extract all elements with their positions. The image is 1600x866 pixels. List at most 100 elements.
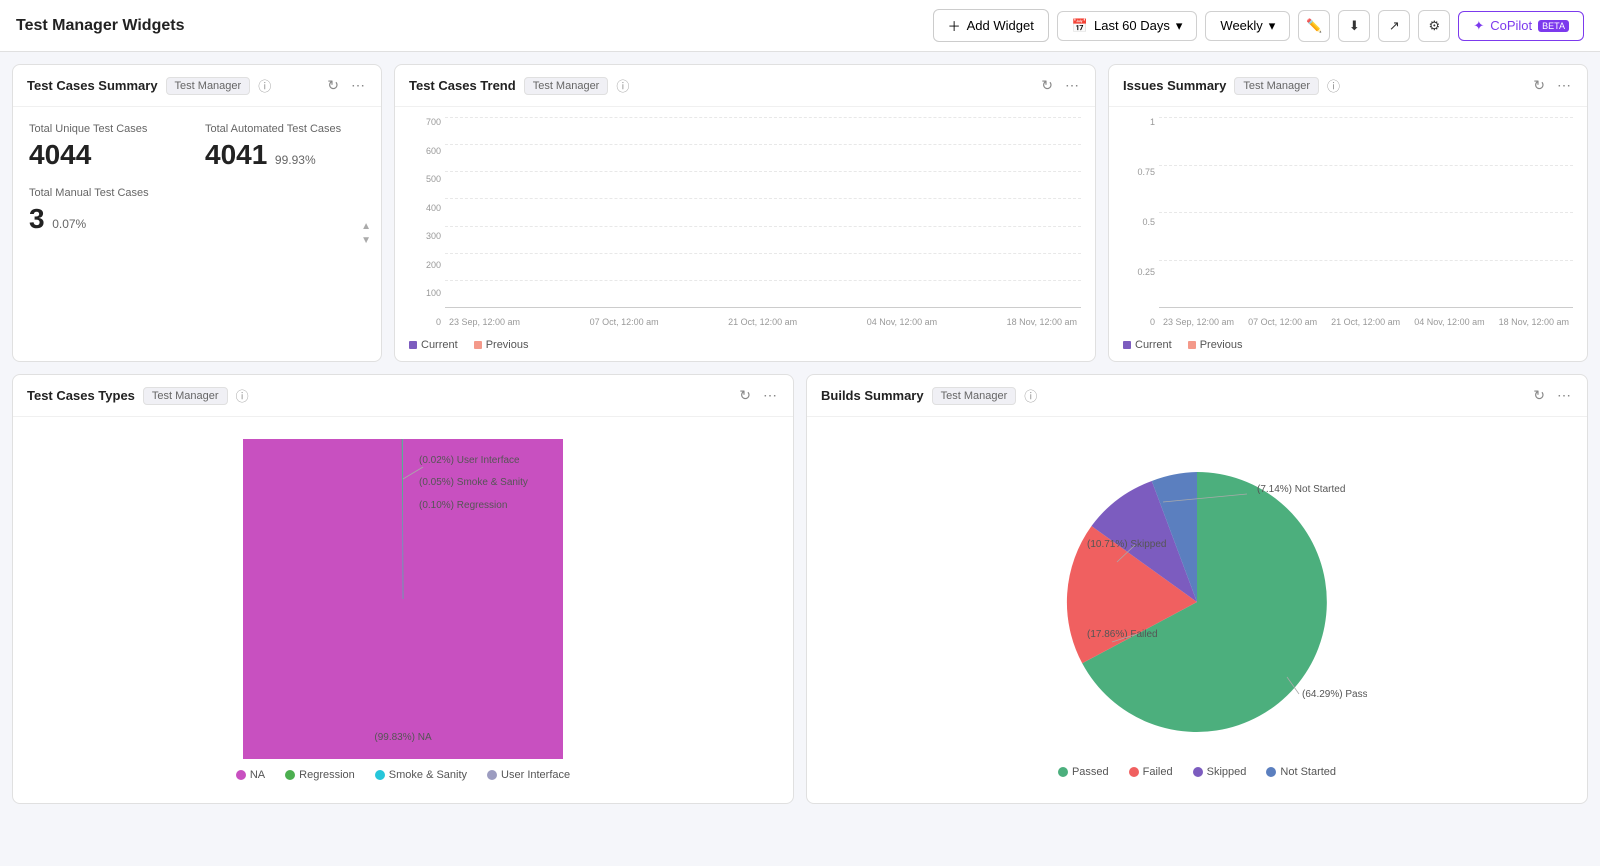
widget-tag: Test Manager (524, 77, 609, 95)
date-range-button[interactable]: 📅 Last 60 Days ▾ (1057, 11, 1198, 41)
y-axis: 1 0.75 0.5 0.25 0 (1123, 117, 1159, 327)
scroll-up-icon[interactable]: ▲ (361, 222, 371, 232)
legend-ui: User Interface (487, 769, 570, 781)
x-axis: 23 Sep, 12:00 am 07 Oct, 12:00 am 21 Oct… (445, 317, 1081, 327)
chevron-down-icon: ▾ (1269, 18, 1276, 34)
widget-tag: Test Manager (143, 387, 228, 405)
builds-summary-widget: Builds Summary Test Manager ⓘ ↻ ⋯ (806, 374, 1588, 804)
widget-title: Test Cases Summary (27, 78, 158, 93)
legend-smoke: Smoke & Sanity (375, 769, 467, 781)
info-icon[interactable]: ⓘ (236, 386, 249, 405)
x-axis: 23 Sep, 12:00 am 07 Oct, 12:00 am 21 Oct… (1159, 317, 1573, 327)
widget-header: Test Cases Types Test Manager ⓘ ↻ ⋯ (13, 375, 793, 417)
app-header: Test Manager Widgets ＋ Add Widget 📅 Last… (0, 0, 1600, 52)
y-axis: 700 600 500 400 300 200 100 0 (409, 117, 445, 327)
builds-pie-svg: (7.14%) Not Started (10.71%) Skipped (17… (1027, 442, 1367, 762)
download-icon: ⬇ (1349, 18, 1360, 34)
main-content: Test Cases Summary Test Manager ⓘ ↻ ⋯ To… (0, 52, 1600, 816)
refresh-button[interactable]: ↻ (1039, 75, 1055, 96)
bars-area: 23 Sep, 12:00 am 07 Oct, 12:00 am 21 Oct… (445, 117, 1081, 327)
widget-header: Test Cases Trend Test Manager ⓘ ↻ ⋯ (395, 65, 1095, 107)
add-widget-button[interactable]: ＋ Add Widget (933, 9, 1049, 42)
info-icon[interactable]: ⓘ (1327, 76, 1340, 95)
legend-current: Current (1123, 339, 1172, 351)
settings-button[interactable]: ⚙ (1418, 10, 1450, 42)
widget-header: Builds Summary Test Manager ⓘ ↻ ⋯ (807, 375, 1587, 417)
widget-header: Issues Summary Test Manager ⓘ ↻ ⋯ (1109, 65, 1587, 107)
legend-dot (1123, 341, 1131, 349)
more-button[interactable]: ⋯ (761, 385, 779, 406)
widget-title: Test Cases Types (27, 388, 135, 403)
widget-tag: Test Manager (1234, 77, 1319, 95)
issues-summary-widget: Issues Summary Test Manager ⓘ ↻ ⋯ 1 0.75… (1108, 64, 1588, 362)
legend-dot (1188, 341, 1196, 349)
beta-badge: BETA (1538, 20, 1569, 32)
refresh-button[interactable]: ↻ (325, 75, 341, 96)
bars-row (1159, 117, 1573, 327)
bars-row (445, 117, 1081, 327)
widget-title: Test Cases Trend (409, 78, 516, 93)
slice-label-smoke: (0.05%) Smoke & Sanity (419, 477, 528, 488)
frequency-button[interactable]: Weekly ▾ (1205, 11, 1290, 41)
builds-pie-container: (7.14%) Not Started (10.71%) Skipped (17… (807, 417, 1587, 803)
legend-not-started: Not Started (1266, 766, 1336, 778)
legend-dot (1129, 767, 1139, 777)
legend-failed: Failed (1129, 766, 1173, 778)
manual-stat: Total Manual Test Cases 3 0.07% (29, 187, 365, 235)
calendar-icon: 📅 (1072, 18, 1088, 34)
info-icon[interactable]: ⓘ (258, 76, 271, 95)
legend-dot (236, 770, 246, 780)
info-icon[interactable]: ⓘ (616, 76, 629, 95)
chart-legend: Current Previous (1109, 333, 1587, 361)
widget-header: Test Cases Summary Test Manager ⓘ ↻ ⋯ (13, 65, 381, 107)
legend-passed: Passed (1058, 766, 1109, 778)
page-title: Test Manager Widgets (16, 17, 184, 35)
header-actions: ＋ Add Widget 📅 Last 60 Days ▾ Weekly ▾ ✏… (933, 9, 1584, 42)
pie-wrapper: (0.02%) User Interface (0.05%) Smoke & S… (243, 439, 563, 759)
info-icon[interactable]: ⓘ (1024, 386, 1037, 405)
legend-regression: Regression (285, 769, 355, 781)
label-not-started: (7.14%) Not Started (1257, 484, 1345, 495)
refresh-button[interactable]: ↻ (1531, 75, 1547, 96)
refresh-button[interactable]: ↻ (737, 385, 753, 406)
legend-current: Current (409, 339, 458, 351)
bar-chart: 700 600 500 400 300 200 100 0 (409, 117, 1081, 327)
summary-body: Total Unique Test Cases 4044 Total Autom… (13, 107, 381, 361)
legend-skipped: Skipped (1193, 766, 1247, 778)
scroll-down-icon[interactable]: ▼ (361, 236, 371, 246)
download-button[interactable]: ⬇ (1338, 10, 1370, 42)
legend-previous: Previous (474, 339, 529, 351)
auto-pct: 99.93% (275, 153, 316, 167)
more-button[interactable]: ⋯ (1555, 385, 1573, 406)
legend-dot (474, 341, 482, 349)
issues-bar-chart: 1 0.75 0.5 0.25 0 (1123, 117, 1573, 327)
gear-icon: ⚙ (1429, 18, 1441, 34)
auto-stat: Total Automated Test Cases 4041 99.93% (205, 123, 365, 171)
refresh-button[interactable]: ↻ (1531, 385, 1547, 406)
pie-group (1067, 472, 1327, 732)
chevron-down-icon: ▾ (1176, 18, 1183, 34)
bars-area: 23 Sep, 12:00 am 07 Oct, 12:00 am 21 Oct… (1159, 117, 1573, 327)
pencil-icon: ✏️ (1306, 18, 1322, 34)
chart-legend: Current Previous (395, 333, 1095, 361)
widget-title: Builds Summary (821, 388, 924, 403)
share-button[interactable]: ↗ (1378, 10, 1410, 42)
copilot-button[interactable]: ✦ CoPilot BETA (1458, 11, 1584, 41)
auto-value: 4041 (205, 139, 267, 170)
builds-pie-wrapper: (7.14%) Not Started (10.71%) Skipped (17… (1027, 442, 1367, 762)
more-button[interactable]: ⋯ (1555, 75, 1573, 96)
more-button[interactable]: ⋯ (1063, 75, 1081, 96)
label-passed: (64.29%) Passed (1302, 689, 1367, 700)
edit-button[interactable]: ✏️ (1298, 10, 1330, 42)
auto-label: Total Automated Test Cases (205, 123, 365, 135)
builds-legend: Passed Failed Skipped Not Started (1058, 766, 1336, 778)
issues-chart-area: 1 0.75 0.5 0.25 0 (1109, 107, 1587, 333)
manual-pct: 0.07% (52, 217, 86, 231)
more-button[interactable]: ⋯ (349, 75, 367, 96)
legend-dot (1193, 767, 1203, 777)
legend-dot (487, 770, 497, 780)
share-icon: ↗ (1389, 18, 1400, 34)
copilot-icon: ✦ (1473, 18, 1484, 34)
unique-stat: Total Unique Test Cases 4044 (29, 123, 189, 171)
legend-dot (1266, 767, 1276, 777)
